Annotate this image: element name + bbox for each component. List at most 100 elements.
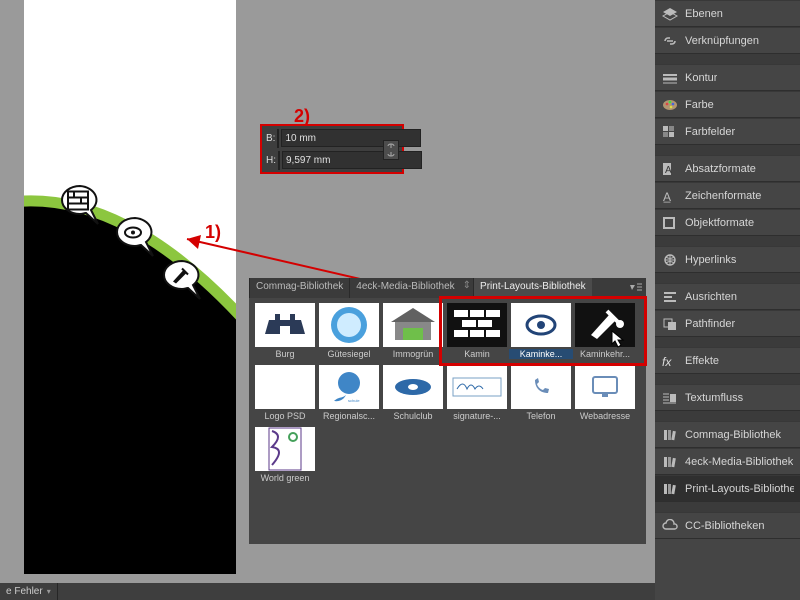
constrain-proportions-button[interactable] xyxy=(383,140,399,160)
library-item[interactable]: Immogrün xyxy=(383,303,443,359)
book-icon xyxy=(661,453,679,471)
status-bar: e Fehler▾ xyxy=(0,583,655,600)
speech-bubble-brick xyxy=(58,184,102,228)
library-items-grid: Burg Gütesiegel Immogrün Kamin Kaminke..… xyxy=(249,298,646,488)
library-item-label: Gütesiegel xyxy=(317,349,381,359)
dock-item-print-layouts-bibliothek[interactable]: Print-Layouts-Bibliothek xyxy=(655,475,800,502)
worldgreen-thumb xyxy=(255,427,315,471)
status-text[interactable]: e Fehler▾ xyxy=(0,583,58,600)
library-item[interactable]: Logo PSD xyxy=(255,365,315,421)
phone-thumb xyxy=(511,365,571,409)
dock-item-label: Objektformate xyxy=(685,217,754,229)
library-item-label: Logo PSD xyxy=(253,411,317,421)
sweep-thumb xyxy=(575,303,635,347)
dock-item-label: Pathfinder xyxy=(685,318,735,330)
dock-item-label: Farbe xyxy=(685,99,714,111)
dock-item-absatzformate[interactable]: AAbsatzformate xyxy=(655,155,800,182)
dock-item-commag-bibliothek[interactable]: Commag-Bibliothek xyxy=(655,421,800,448)
dropdown-triangle-icon: ▾ xyxy=(47,587,51,596)
tab-print-layouts-bibliothek[interactable]: Print-Layouts-Bibliothek xyxy=(473,278,592,298)
layers-icon xyxy=(661,5,679,23)
height-label: H: xyxy=(266,155,276,166)
library-item[interactable]: Burg xyxy=(255,303,315,359)
tab-commag-bibliothek[interactable]: Commag-Bibliothek xyxy=(249,278,349,298)
library-item[interactable]: World green xyxy=(255,427,315,483)
svg-text:A: A xyxy=(665,165,672,176)
stroke-icon xyxy=(661,69,679,87)
dock-item-ebenen[interactable]: Ebenen xyxy=(655,0,800,27)
annotation-arrow xyxy=(0,0,1,1)
dock-item-pathfinder[interactable]: Pathfinder xyxy=(655,310,800,337)
objectstyle-icon xyxy=(661,214,679,232)
library-item-label: Kaminkehr... xyxy=(573,349,637,359)
dock-item-label: Zeichenformate xyxy=(685,190,761,202)
library-panel[interactable]: Commag-Bibliothek 4eck-Media-Bibliothek … xyxy=(249,278,646,544)
height-input[interactable] xyxy=(282,151,422,169)
dock-group-separator xyxy=(655,273,800,283)
library-item[interactable]: Kaminke... xyxy=(511,303,571,359)
library-tab-bar: Commag-Bibliothek 4eck-Media-Bibliothek … xyxy=(249,278,646,298)
hyperlink-icon xyxy=(661,251,679,269)
align-icon xyxy=(661,288,679,306)
library-item[interactable]: Telefon xyxy=(511,365,571,421)
dock-item-hyperlinks[interactable]: Hyperlinks xyxy=(655,246,800,273)
signature-thumb xyxy=(447,365,507,409)
dock-item-label: Ausrichten xyxy=(685,291,737,303)
library-item-label: World green xyxy=(253,473,317,483)
globe-thumb: schule xyxy=(319,365,379,409)
transform-panel[interactable]: B: H: xyxy=(260,124,404,174)
dock-item-effekte[interactable]: fxEffekte xyxy=(655,347,800,374)
dock-item-farbfelder[interactable]: Farbfelder xyxy=(655,118,800,145)
library-item-label: Kaminke... xyxy=(509,349,573,359)
library-item[interactable]: schule Regionalsc... xyxy=(319,365,379,421)
character-icon: A̲ xyxy=(661,187,679,205)
dock-item-label: Textumfluss xyxy=(685,392,743,404)
library-item-label: Schulclub xyxy=(381,411,445,421)
library-item[interactable]: Kaminkehr... xyxy=(575,303,635,359)
textwrap-icon xyxy=(661,389,679,407)
tab-4eck-media-bibliothek[interactable]: 4eck-Media-Bibliothek xyxy=(349,278,460,298)
dock-item-4eck-media-bibliothek[interactable]: 4eck-Media-Bibliothek xyxy=(655,448,800,475)
dock-item-textumfluss[interactable]: Textumfluss xyxy=(655,384,800,411)
dock-item-objektformate[interactable]: Objektformate xyxy=(655,209,800,236)
dock-group-separator xyxy=(655,502,800,512)
annotation-two: 2) xyxy=(294,106,310,127)
book-icon xyxy=(661,426,679,444)
blank-thumb xyxy=(255,365,315,409)
book-icon xyxy=(661,480,679,498)
background-arc xyxy=(24,150,236,574)
dock-item-farbe[interactable]: Farbe xyxy=(655,91,800,118)
gear-thumb xyxy=(511,303,571,347)
dock-group-separator xyxy=(655,145,800,155)
dock-group-separator xyxy=(655,236,800,246)
library-item-label: Kamin xyxy=(445,349,509,359)
dock-group-separator xyxy=(655,411,800,421)
dock-item-label: Ebenen xyxy=(685,8,723,20)
dock-item-ausrichten[interactable]: Ausrichten xyxy=(655,283,800,310)
seal-thumb xyxy=(319,303,379,347)
library-item[interactable]: Gütesiegel xyxy=(319,303,379,359)
height-stepper[interactable] xyxy=(278,151,280,170)
width-stepper[interactable] xyxy=(277,129,279,148)
svg-text:fx: fx xyxy=(662,355,672,367)
library-item[interactable]: Schulclub xyxy=(383,365,443,421)
dock-item-label: 4eck-Media-Bibliothek xyxy=(685,456,793,468)
library-item-label: Webadresse xyxy=(573,411,637,421)
dock-item-label: Hyperlinks xyxy=(685,254,736,266)
dock-item-verkn-pfungen[interactable]: Verknüpfungen xyxy=(655,27,800,54)
dock-item-label: Kontur xyxy=(685,72,717,84)
dock-item-label: Print-Layouts-Bibliothek xyxy=(685,483,794,495)
library-item[interactable]: Webadresse xyxy=(575,365,635,421)
dock-item-kontur[interactable]: Kontur xyxy=(655,64,800,91)
swatches-icon xyxy=(661,123,679,141)
library-item[interactable]: signature-... xyxy=(447,365,507,421)
width-input[interactable] xyxy=(281,129,421,147)
dock-group-separator xyxy=(655,374,800,384)
tab-sort-icon[interactable]: ⇕ xyxy=(461,278,473,298)
panel-menu-button[interactable] xyxy=(626,278,646,298)
library-item-label: Telefon xyxy=(509,411,573,421)
library-item[interactable]: Kamin xyxy=(447,303,507,359)
dock-item-zeichenformate[interactable]: A̲ Zeichenformate xyxy=(655,182,800,209)
dock-item-cc-bibliotheken[interactable]: CC-Bibliotheken xyxy=(655,512,800,539)
right-dock: Ebenen Verknüpfungen Kontur Farbe Farbfelder… xyxy=(655,0,800,600)
